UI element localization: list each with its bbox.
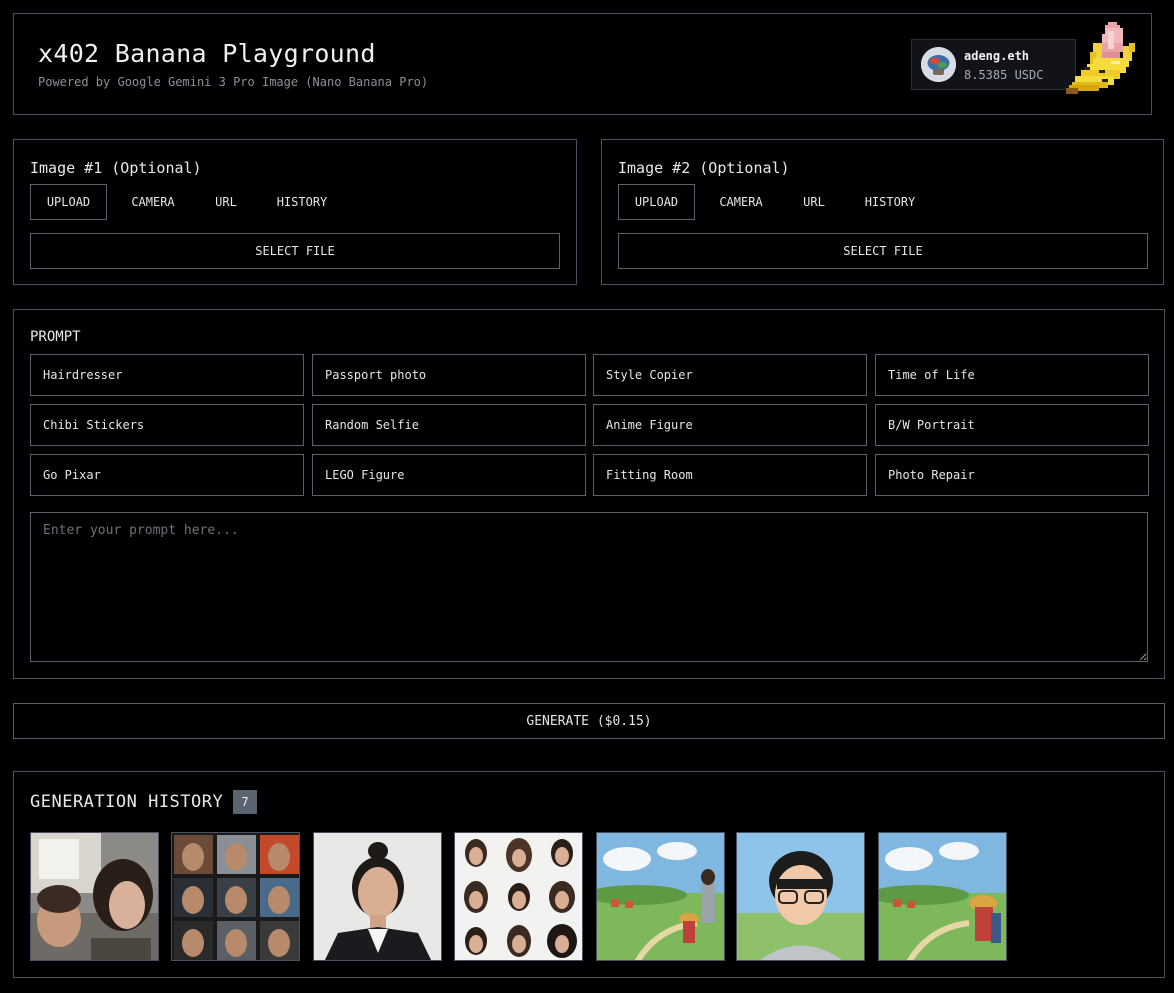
wallet-avatar-icon (921, 47, 956, 82)
image2-select-file-button[interactable]: SELECT FILE (618, 233, 1148, 269)
preset-passport-photo[interactable]: Passport photo (312, 354, 586, 396)
history-thumbnail[interactable] (878, 832, 1007, 961)
preset-bw-portrait[interactable]: B/W Portrait (875, 404, 1149, 446)
image1-tab-upload[interactable]: UPLOAD (30, 184, 107, 220)
history-thumbnail[interactable] (30, 832, 159, 961)
preset-fitting-room[interactable]: Fitting Room (593, 454, 867, 496)
prompt-heading: PROMPT (30, 329, 81, 345)
prompt-input[interactable] (30, 512, 1148, 662)
preset-time-of-life[interactable]: Time of Life (875, 354, 1149, 396)
generate-button[interactable]: GENERATE ($0.15) (13, 703, 1165, 739)
preset-chibi-stickers[interactable]: Chibi Stickers (30, 404, 304, 446)
image1-tab-camera[interactable]: CAMERA (116, 184, 190, 220)
prompt-panel: PROMPT Hairdresser Passport photo Style … (13, 309, 1165, 679)
history-thumbnail[interactable] (454, 832, 583, 961)
image1-title: Image #1 (Optional) (30, 159, 202, 177)
image2-title: Image #2 (Optional) (618, 159, 790, 177)
page-title: x402 Banana Playground (38, 39, 376, 68)
preset-lego-figure[interactable]: LEGO Figure (312, 454, 586, 496)
image2-panel: Image #2 (Optional) UPLOAD CAMERA URL HI… (601, 139, 1164, 285)
history-thumbnail[interactable] (313, 832, 442, 961)
image2-tab-upload[interactable]: UPLOAD (618, 184, 695, 220)
preset-hairdresser[interactable]: Hairdresser (30, 354, 304, 396)
image2-tab-url[interactable]: URL (790, 184, 838, 220)
banana-icon (1066, 19, 1144, 109)
history-count-badge: 7 (233, 790, 257, 814)
history-panel: GENERATION HISTORY 7 (13, 771, 1165, 978)
history-thumbnail[interactable] (736, 832, 865, 961)
wallet-name: adeng.eth (964, 49, 1030, 63)
history-thumbnail[interactable] (171, 832, 300, 961)
history-thumbnail[interactable] (596, 832, 725, 961)
preset-random-selfie[interactable]: Random Selfie (312, 404, 586, 446)
preset-style-copier[interactable]: Style Copier (593, 354, 867, 396)
image2-tab-history[interactable]: HISTORY (850, 184, 930, 220)
image1-tab-history[interactable]: HISTORY (262, 184, 342, 220)
history-title: GENERATION HISTORY (30, 792, 224, 812)
wallet-badge[interactable]: adeng.eth 8.5385 USDC (911, 39, 1076, 90)
page-subtitle: Powered by Google Gemini 3 Pro Image (Na… (38, 75, 429, 89)
image1-panel: Image #1 (Optional) UPLOAD CAMERA URL HI… (13, 139, 577, 285)
preset-go-pixar[interactable]: Go Pixar (30, 454, 304, 496)
preset-anime-figure[interactable]: Anime Figure (593, 404, 867, 446)
image2-tab-camera[interactable]: CAMERA (704, 184, 778, 220)
preset-photo-repair[interactable]: Photo Repair (875, 454, 1149, 496)
image1-tab-url[interactable]: URL (202, 184, 250, 220)
wallet-balance: 8.5385 USDC (964, 68, 1044, 82)
header: x402 Banana Playground Powered by Google… (13, 13, 1152, 115)
image1-select-file-button[interactable]: SELECT FILE (30, 233, 560, 269)
